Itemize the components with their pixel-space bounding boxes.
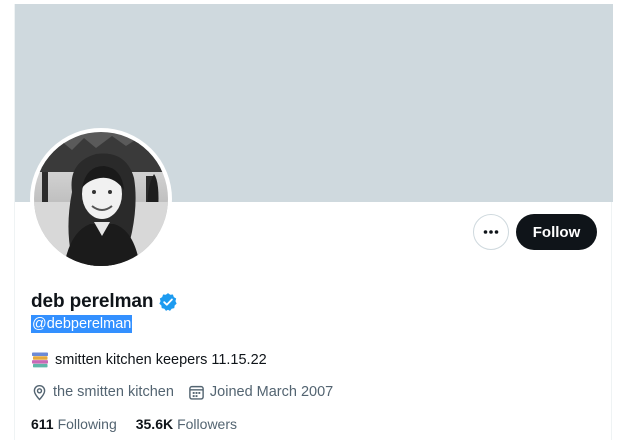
more-options-button[interactable]: [473, 214, 509, 250]
name-row: deb perelman: [31, 289, 178, 315]
verified-badge-icon[interactable]: [158, 292, 178, 312]
profile-handle: @debperelman: [31, 315, 133, 333]
display-name: deb perelman: [31, 291, 154, 312]
following-count: 611: [31, 416, 54, 432]
location-text: the smitten kitchen: [53, 384, 174, 400]
following-label: Following: [57, 416, 117, 432]
profile-meta: the smitten kitchen Joined March 2007: [31, 382, 347, 402]
calendar-icon: [189, 385, 204, 400]
joined-item: Joined March 2007: [188, 384, 333, 401]
books-icon: [31, 351, 49, 369]
following-link[interactable]: 611 Following: [31, 416, 117, 432]
followers-label: Followers: [177, 416, 237, 432]
follow-stats: 611 Following 35.6K Followers: [31, 414, 256, 434]
more-icon: [483, 230, 499, 234]
profile-page: Follow deb perelman @debperelman smitten…: [0, 0, 620, 440]
avatar[interactable]: [30, 128, 172, 270]
bio-text: smitten kitchen keepers 11.15.22: [55, 352, 267, 368]
followers-count: 35.6K: [135, 416, 174, 432]
follow-button[interactable]: Follow: [516, 214, 597, 250]
location-item: the smitten kitchen: [31, 384, 174, 401]
location-pin-icon: [33, 384, 46, 400]
followers-link[interactable]: 35.6K Followers: [136, 416, 237, 432]
avatar-photo: [34, 132, 168, 266]
joined-text: Joined March 2007: [209, 384, 334, 400]
profile-bio: smitten kitchen keepers 11.15.22: [31, 350, 267, 370]
profile-column: Follow deb perelman @debperelman smitten…: [14, 4, 613, 440]
